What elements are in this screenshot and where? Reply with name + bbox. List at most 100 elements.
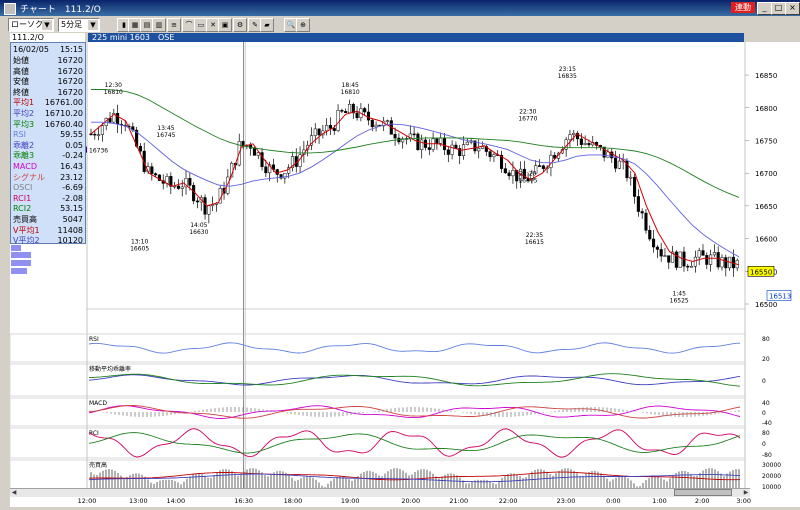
candle <box>511 170 515 177</box>
maximize-button[interactable]: □ <box>771 2 786 15</box>
candle <box>655 246 659 250</box>
annotation-price: 16810 <box>341 89 360 96</box>
zoom-icon[interactable]: ⊕ <box>296 18 310 32</box>
price-axis-label: 16600 <box>755 236 777 244</box>
candle <box>188 178 192 186</box>
candle <box>420 139 424 150</box>
candle <box>587 143 591 146</box>
candle <box>640 211 644 214</box>
annotation-price: 16810 <box>104 89 123 96</box>
exchange-label: OSE <box>158 33 175 42</box>
close-button[interactable]: × <box>785 2 800 15</box>
chart-svg[interactable]: 16850 16800 16750 16700 16650 16600 16550 16500… <box>9 42 800 507</box>
data-label: 乖離3 <box>13 151 35 161</box>
current-price-label: 16550 <box>750 268 772 276</box>
candle <box>340 110 344 112</box>
scroll-left-icon[interactable]: ◀ <box>10 489 18 497</box>
candle <box>241 141 245 147</box>
time-axis-label: 2:00 <box>695 497 710 505</box>
annotation-price: 16770 <box>518 115 537 122</box>
bookmark-icon[interactable]: ▣ <box>218 18 232 32</box>
annotation-price: 16525 <box>670 298 689 305</box>
candle <box>192 185 196 202</box>
data-row: シグナル 23.12 <box>13 173 83 183</box>
ma-icon[interactable]: ≡ <box>167 18 181 32</box>
minimize-button[interactable]: _ <box>757 2 772 15</box>
annotation-time: 22:35 <box>526 232 543 239</box>
data-label: 始値 <box>13 56 29 65</box>
symbol-field[interactable]: 111.2/O <box>10 33 85 42</box>
price-axis-label: 16850 <box>755 72 777 80</box>
candle <box>344 111 348 114</box>
data-value: 23.12 <box>60 172 83 182</box>
data-label: 高値 <box>13 66 29 76</box>
data-label: 平均1 <box>13 98 35 108</box>
time-axis-label: 23:00 <box>557 497 576 505</box>
indicator-axis-label: 40 <box>762 400 770 407</box>
candle <box>686 265 690 268</box>
time-axis-label: 20:00 <box>401 497 420 505</box>
time-axis-label: 21:00 <box>449 497 468 505</box>
annotation-price: 16835 <box>558 73 577 80</box>
data-label: V平均2 <box>13 236 40 246</box>
scrollbar-thumb[interactable] <box>674 489 732 496</box>
data-row: 安値 16720 <box>13 77 83 87</box>
title-bar: チャート 111.2/O 連動 _ □ × <box>0 0 800 16</box>
volume-profile-bar <box>11 252 31 258</box>
data-row: 高値 16720 <box>13 67 83 77</box>
data-value: 53.15 <box>60 204 83 214</box>
data-value: -2.08 <box>62 193 83 203</box>
data-row: RSI 59.55 <box>13 130 83 140</box>
data-label: シグナル <box>13 172 45 182</box>
data-icon[interactable]: ▥ <box>152 18 166 32</box>
candle <box>614 157 618 169</box>
data-value: 16710.20 <box>44 109 83 118</box>
settings-icon[interactable]: ⚙ <box>233 18 247 32</box>
data-value: 16720 <box>57 77 83 87</box>
candle <box>541 165 545 170</box>
scroll-right-icon[interactable]: ▶ <box>742 489 750 497</box>
candle <box>606 151 610 158</box>
candle <box>716 252 720 268</box>
data-row: 平均2 16710.20 <box>13 109 83 119</box>
chevron-down-icon[interactable]: ▼ <box>88 20 98 30</box>
eraser-icon[interactable]: ▰ <box>260 18 274 32</box>
price-axis-label: 16750 <box>755 137 777 145</box>
candle <box>275 169 279 175</box>
annotation-time: 22:20 <box>519 171 536 178</box>
candle <box>568 134 572 141</box>
indicator-panel-title: 売買高 <box>89 461 107 469</box>
chart-type-select[interactable]: ローソク ▼ <box>8 18 54 32</box>
data-label: 平均2 <box>13 109 35 118</box>
chart-type-value: ローソク <box>11 20 43 29</box>
link-badge[interactable]: 連動 <box>731 2 755 13</box>
candle <box>165 176 169 184</box>
contract-info: 225 mini 1603 OSE <box>88 33 744 42</box>
volume-profile-bar <box>11 260 31 266</box>
candle <box>648 230 652 240</box>
volume-profile-bar <box>11 268 27 274</box>
data-date: 16/02/05 <box>13 45 49 54</box>
data-value: 16761.00 <box>44 98 83 108</box>
candle <box>633 176 637 197</box>
data-window-datetime: 16/02/05 15:15 <box>13 45 83 55</box>
candle <box>363 108 367 113</box>
indicator-axis-label: 80 <box>762 430 770 437</box>
data-time: 15:15 <box>59 45 83 54</box>
data-row: 平均3 16760.40 <box>13 120 83 130</box>
data-window: 16/02/05 15:15 始値 16720 高値 16720 安値 16720 終値 16… <box>10 42 86 246</box>
info-bar: 111.2/O 225 mini 1603 OSE <box>0 33 800 42</box>
candle <box>549 154 553 168</box>
annotation-price: 16630 <box>189 229 208 236</box>
chevron-down-icon[interactable]: ▼ <box>42 20 52 30</box>
chart-area[interactable]: 16850 16800 16750 16700 16650 16600 16550 16500… <box>9 42 800 507</box>
period-select[interactable]: 5分足 ▼ <box>58 18 100 32</box>
candle <box>652 238 656 248</box>
candle <box>317 128 321 136</box>
time-axis-label: 1:00 <box>652 497 667 505</box>
horizontal-scrollbar[interactable]: ◀ ▶ <box>10 488 750 497</box>
candle <box>203 197 207 215</box>
rsi-line <box>88 342 741 354</box>
moving-average-line-2 <box>91 121 740 258</box>
toolbar: ローソク ▼ 5分足 ▼ ▮ ▦ ▤ ▥ ≡ ⌒ ▭ ✕ ▣ ⚙ ✎ ▰ 🔍 ⊕ <box>0 16 800 33</box>
